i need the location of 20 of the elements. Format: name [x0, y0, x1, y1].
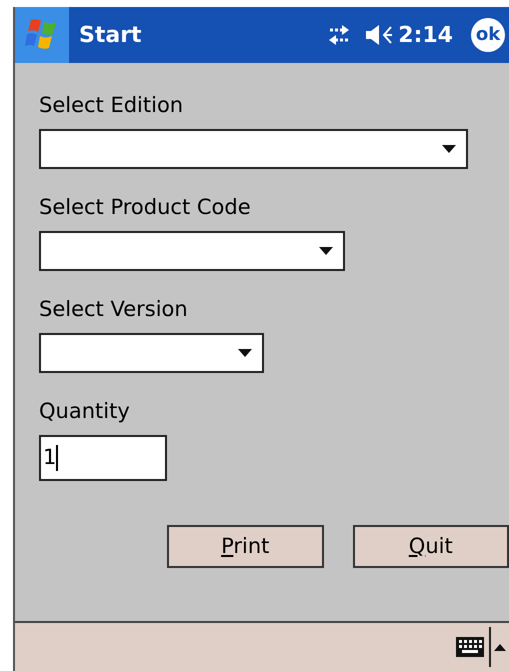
- field-label: Select Product Code: [39, 194, 252, 221]
- field-label: Select Version: [39, 296, 189, 323]
- dropdown-arrow-icon: [442, 145, 456, 153]
- dropdown[interactable]: [39, 333, 264, 373]
- window-title: Start: [79, 22, 142, 50]
- keyboard-icon[interactable]: [455, 636, 485, 658]
- field-label: Quantity: [39, 398, 131, 425]
- action-button[interactable]: Quit: [352, 525, 509, 568]
- dropdown[interactable]: [39, 231, 345, 271]
- clock-time[interactable]: 2:14: [398, 18, 453, 52]
- speaker-icon[interactable]: [364, 23, 394, 47]
- action-button[interactable]: Print: [167, 525, 324, 568]
- dropdown[interactable]: [39, 129, 468, 169]
- ok-button[interactable]: ok: [471, 18, 505, 52]
- dropdown-arrow-icon: [319, 247, 333, 255]
- expand-up-icon[interactable]: [494, 643, 506, 651]
- start-menu-icon[interactable]: [15, 7, 69, 63]
- field-label: Select Edition: [39, 92, 184, 119]
- dropdown-arrow-icon: [238, 349, 252, 357]
- input-field[interactable]: 1: [39, 435, 167, 481]
